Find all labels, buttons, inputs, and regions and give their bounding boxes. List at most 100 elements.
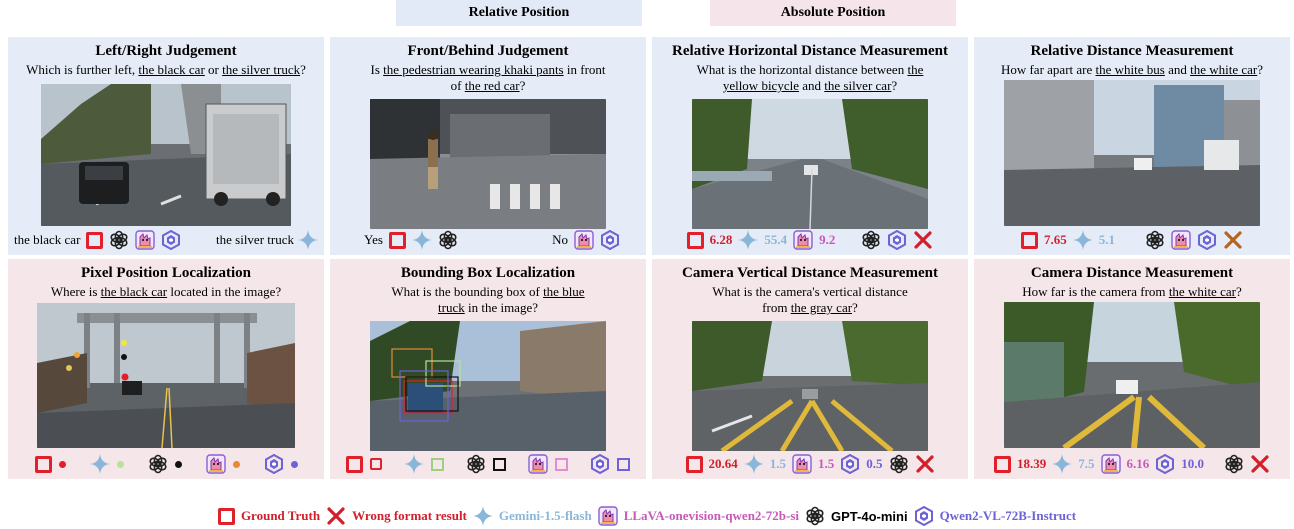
gemini-icon [90,454,110,474]
gpt-icon [109,230,129,250]
panel-title: Relative Distance Measurement [1030,43,1234,59]
scene-image [1004,80,1260,226]
relative-position-header: Relative Position [396,0,642,26]
answer-row: 6.28 55.4 9.2 [652,229,968,251]
absolute-position-label: Absolute Position [780,5,886,20]
panel-title: Front/Behind Judgement [407,43,569,59]
llava-value: 1.5 [818,456,835,471]
panel-question: Is the pedestrian wearing khaki pants in… [370,62,606,93]
gemini-value: 7.5 [1078,456,1095,471]
ground-truth-icon [34,455,52,473]
qwen-value: 0.5 [866,456,883,471]
scene-image [370,321,606,451]
legend-wrong-format: Wrong format result [352,508,467,523]
gemini-value: 1.5 [769,456,786,471]
llava-icon [528,454,548,474]
wrong-format-icon [326,506,346,526]
qwen-icon [887,230,907,250]
panel-title: Relative Horizontal Distance Measurement [672,43,948,59]
gemini-dot-icon [116,460,124,468]
gpt-icon [1224,454,1244,474]
ground-truth-icon [217,507,235,525]
gemini-icon [738,230,758,250]
gemini-box-icon [431,457,444,471]
ground-truth-icon [686,231,704,249]
llava-icon [793,230,813,250]
ground-truth-value: 20.64 [708,456,738,471]
llava-value: 9.2 [819,232,836,247]
qwen-value: 10.0 [1181,456,1204,471]
panel-question: How far is the camera from the white car… [1022,284,1242,299]
llava-icon [1171,230,1191,250]
wrong-format-icon [1223,230,1243,250]
panel-question: What is the camera's vertical distance f… [712,284,908,315]
panel-title: Camera Distance Measurement [1030,265,1234,281]
ground-truth-value: 7.65 [1044,232,1067,247]
panel-title: Left/Right Judgement [95,43,237,59]
answer-row [8,453,324,475]
gpt-icon [148,454,168,474]
llava-icon [574,230,594,250]
panel-question: How far apart are the white bus and the … [1000,62,1264,77]
gpt-icon [861,230,881,250]
gemini-value: 55.4 [764,232,788,247]
relative-position-label: Relative Position [468,5,570,20]
panel-relative-distance: Relative Distance Measurement How far ap… [974,37,1290,255]
llava-icon [1101,454,1121,474]
wrong-format-icon [915,454,935,474]
answer-no: No [552,232,568,247]
gemini-icon [744,454,764,474]
answer-row: Yes No [330,229,646,251]
gpt-dot-icon [174,460,182,468]
scene-image [1004,302,1260,448]
wrong-format-icon [1250,454,1270,474]
panel-title: Camera Vertical Distance Measurement [682,265,938,281]
scene-image [692,321,928,451]
llava-box-icon [555,457,568,471]
answer-silver-truck: the silver truck [216,232,294,247]
panel-question: What is the bounding box of the blue tru… [391,284,585,315]
panel-left-right-judgement: Left/Right Judgement Which is further le… [8,37,324,255]
qwen-icon [840,454,860,474]
absolute-position-header: Absolute Position [710,0,956,26]
gpt-icon [438,230,458,250]
panel-question: Which is further left, the black car or … [26,62,306,77]
gemini-icon [473,506,493,526]
panel-front-behind-judgement: Front/Behind Judgement Is the pedestrian… [330,37,646,255]
panel-relative-horizontal-distance: Relative Horizontal Distance Measurement… [652,37,968,255]
panel-title: Pixel Position Localization [81,265,251,281]
llava-icon [598,506,618,526]
qwen-icon [1155,454,1175,474]
gpt-box-icon [493,457,506,471]
model-legend: Ground Truth Wrong format result Gemini-… [0,505,1294,527]
ground-truth-icon [685,455,703,473]
scene-image [370,99,606,229]
gpt-icon [1145,230,1165,250]
panel-bounding-box-localization: Bounding Box Localization What is the bo… [330,259,646,479]
ground-truth-value: 18.39 [1017,456,1047,471]
llava-icon [792,454,812,474]
ground-truth-icon [388,231,406,249]
qwen-icon [914,506,934,526]
gpt-icon [889,454,909,474]
legend-gpt: GPT-4o-mini [831,508,908,524]
llava-icon [135,230,155,250]
ground-truth-box-icon [370,458,382,470]
panel-camera-distance: Camera Distance Measurement How far is t… [974,259,1290,479]
gemini-value: 5.1 [1098,232,1115,247]
legend-qwen: Qwen2-VL-72B-Instruct [939,508,1077,523]
panel-camera-vertical-distance: Camera Vertical Distance Measurement Wha… [652,259,968,479]
gemini-icon [298,230,318,250]
qwen-icon [264,454,284,474]
llava-value: 6.16 [1126,456,1150,471]
wrong-format-icon [913,230,933,250]
legend-llava: LLaVA-onevision-qwen2-72b-si [623,508,799,523]
qwen-icon [600,230,620,250]
qwen-icon [1197,230,1217,250]
panel-title: Bounding Box Localization [400,265,576,281]
gpt-icon [805,506,825,526]
panel-pixel-position-localization: Pixel Position Localization Where is the… [8,259,324,479]
ground-truth-dot-icon [58,460,66,468]
gemini-icon [412,230,432,250]
scene-image [37,303,295,448]
